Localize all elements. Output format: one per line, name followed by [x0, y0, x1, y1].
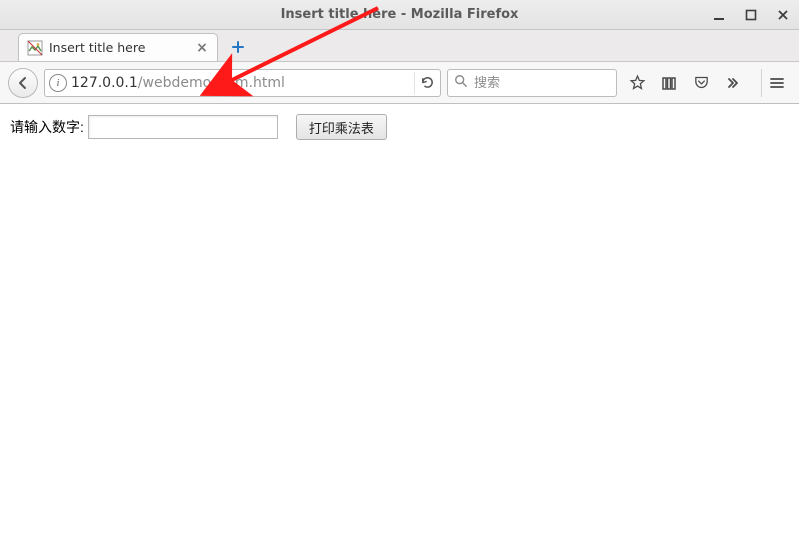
- search-icon: [454, 74, 468, 92]
- reload-icon: [420, 75, 435, 90]
- url-path: /webdemo/form.html: [138, 75, 285, 91]
- new-tab-button[interactable]: [224, 35, 252, 59]
- tab-label: Insert title here: [49, 40, 189, 55]
- plus-icon: [231, 40, 245, 54]
- url-bar[interactable]: i 127.0.0.1/webdemo/form.html: [44, 69, 441, 97]
- maximize-button[interactable]: [741, 5, 761, 25]
- tab-close-icon[interactable]: ×: [195, 41, 209, 55]
- back-button[interactable]: [8, 68, 38, 98]
- window-title: Insert title here - Mozilla Firefox: [0, 7, 799, 22]
- url-host: 127.0.0.1: [71, 75, 138, 91]
- search-input[interactable]: [474, 75, 650, 90]
- navigation-toolbar: i 127.0.0.1/webdemo/form.html: [0, 62, 799, 104]
- broken-image-icon: [27, 40, 43, 56]
- form-row: 请输入数字: 打印乘法表: [10, 114, 789, 140]
- toolbar-icons: [627, 73, 743, 93]
- print-table-button[interactable]: 打印乘法表: [296, 114, 387, 140]
- url-text[interactable]: 127.0.0.1/webdemo/form.html: [71, 75, 410, 91]
- number-input-label: 请输入数字:: [10, 117, 84, 137]
- bookmark-star-icon[interactable]: [627, 73, 647, 93]
- pocket-icon[interactable]: [691, 73, 711, 93]
- page-content: 请输入数字: 打印乘法表: [0, 104, 799, 543]
- site-info-icon[interactable]: i: [49, 74, 67, 92]
- overflow-icon[interactable]: [723, 73, 743, 93]
- search-bar[interactable]: [447, 69, 617, 97]
- tab-active[interactable]: Insert title here ×: [18, 33, 218, 61]
- window-controls: [709, 0, 793, 29]
- library-icon[interactable]: [659, 73, 679, 93]
- tab-strip: Insert title here ×: [0, 30, 799, 62]
- arrow-left-icon: [15, 75, 31, 91]
- hamburger-icon: [769, 75, 785, 91]
- hamburger-menu-button[interactable]: [761, 69, 791, 97]
- reload-button[interactable]: [414, 72, 436, 94]
- number-input[interactable]: [88, 115, 278, 139]
- close-button[interactable]: [773, 5, 793, 25]
- window-titlebar: Insert title here - Mozilla Firefox: [0, 0, 799, 30]
- minimize-button[interactable]: [709, 5, 729, 25]
